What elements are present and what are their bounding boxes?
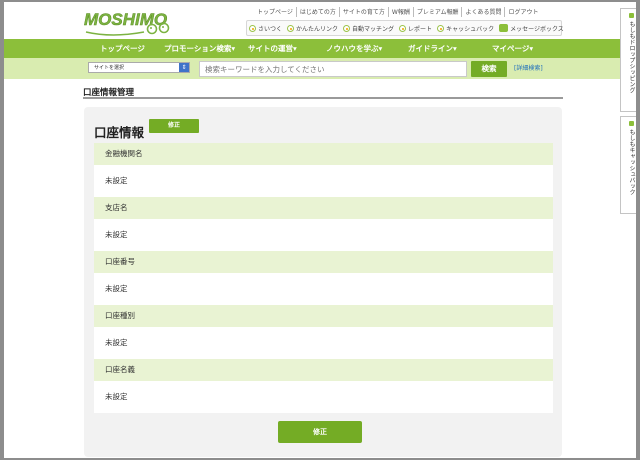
bullet-icon xyxy=(249,24,256,32)
search-input[interactable] xyxy=(199,61,467,77)
field-label-bank-name: 金融機関名 xyxy=(94,143,553,165)
tab-marker-icon xyxy=(628,121,634,126)
search-button[interactable]: 検索 xyxy=(471,61,507,77)
top-link-top[interactable]: トップページ xyxy=(254,7,296,17)
site-select-value: サイトを選択 xyxy=(94,65,125,71)
top-link-site-growth[interactable]: サイトの育て方 xyxy=(338,7,388,17)
chevron-down-icon: ⇕ xyxy=(179,63,189,72)
tool-links: さいつく かんたんリンク 自動マッチング レポート キャッシュバック メッセージ… xyxy=(246,20,564,36)
field-value-branch-name: 未設定 xyxy=(94,219,553,251)
tool-link-label: キャッシュバック xyxy=(446,25,495,33)
bullet-icon xyxy=(399,24,407,32)
moshimo-logo[interactable]: MOSHIMO xyxy=(82,8,192,38)
section-heading: 口座情報 xyxy=(94,125,145,140)
bullet-icon xyxy=(343,24,351,32)
nav-guidelines[interactable]: ガイドライン▾ xyxy=(408,43,492,54)
nav-mypage[interactable]: マイページ▾ xyxy=(492,43,552,54)
field-value-account-holder: 未設定 xyxy=(94,381,553,413)
field-value-account-type: 未設定 xyxy=(94,327,553,359)
bullet-icon xyxy=(437,24,445,32)
message-icon xyxy=(499,24,509,32)
tool-link-saitsuku[interactable]: さいつく xyxy=(249,24,282,33)
tool-link-message-box[interactable]: メッセージボックス xyxy=(499,24,564,33)
edit-button-bottom[interactable]: 修正 xyxy=(278,421,362,443)
edit-button-top[interactable]: 修正 xyxy=(149,119,199,133)
field-label-account-type: 口座種別 xyxy=(94,305,553,327)
tool-link-label: かんたんリンク xyxy=(296,25,339,33)
top-link-faq[interactable]: よくある質問 xyxy=(461,7,504,17)
field-label-account-number: 口座番号 xyxy=(94,251,553,273)
side-tab-label: もしもドロップシッピング xyxy=(628,21,635,93)
nav-promotion-search[interactable]: プロモーション検索▾ xyxy=(164,43,248,54)
field-label-account-holder: 口座名義 xyxy=(94,359,553,381)
tool-link-easy-link[interactable]: かんたんリンク xyxy=(287,24,338,33)
main-nav: トップページ プロモーション検索▾ サイトの運営▾ ノウハウを学ぶ▾ ガイドライ… xyxy=(4,39,636,58)
tab-marker-icon xyxy=(628,13,634,18)
tool-link-label: レポート xyxy=(408,25,433,33)
site-select[interactable]: サイトを選択 ⇕ xyxy=(88,62,190,73)
top-link-beginners[interactable]: はじめての方 xyxy=(295,7,339,17)
top-link-w-reward[interactable]: W報酬 xyxy=(387,7,413,17)
tool-link-auto-matching[interactable]: 自動マッチング xyxy=(343,24,394,33)
tool-link-label: 自動マッチング xyxy=(352,25,395,33)
divider xyxy=(83,97,563,99)
nav-learn-knowhow[interactable]: ノウハウを学ぶ▾ xyxy=(326,43,408,54)
side-tab-dropshipping[interactable]: もしもドロップシッピング xyxy=(620,8,636,112)
tool-link-label: メッセージボックス xyxy=(510,25,564,33)
bullet-icon xyxy=(287,24,295,32)
tool-link-report[interactable]: レポート xyxy=(399,24,432,33)
side-tab-label: もしもキャッシュバック xyxy=(628,129,635,195)
field-value-account-number: 未設定 xyxy=(94,273,553,305)
browser-frame: MOSHIMO トップページ はじめての方 サイトの育て方 W報酬 プレミアム報… xyxy=(4,2,636,458)
field-label-branch-name: 支店名 xyxy=(94,197,553,219)
tool-link-cashback[interactable]: キャッシュバック xyxy=(437,24,494,33)
nav-top[interactable]: トップページ xyxy=(100,43,164,54)
top-link-logout[interactable]: ログアウト xyxy=(504,7,541,17)
tool-link-label: さいつく xyxy=(258,25,283,33)
advanced-search-link[interactable]: [詳細検索] xyxy=(514,63,543,72)
side-tab-cashback[interactable]: もしもキャッシュバック xyxy=(620,116,636,214)
top-links: トップページ はじめての方 サイトの育て方 W報酬 プレミアム報酬 よくある質問… xyxy=(254,7,564,17)
nav-site-operation[interactable]: サイトの運営▾ xyxy=(248,43,326,54)
field-value-bank-name: 未設定 xyxy=(94,165,553,197)
top-link-premium[interactable]: プレミアム報酬 xyxy=(412,7,462,17)
